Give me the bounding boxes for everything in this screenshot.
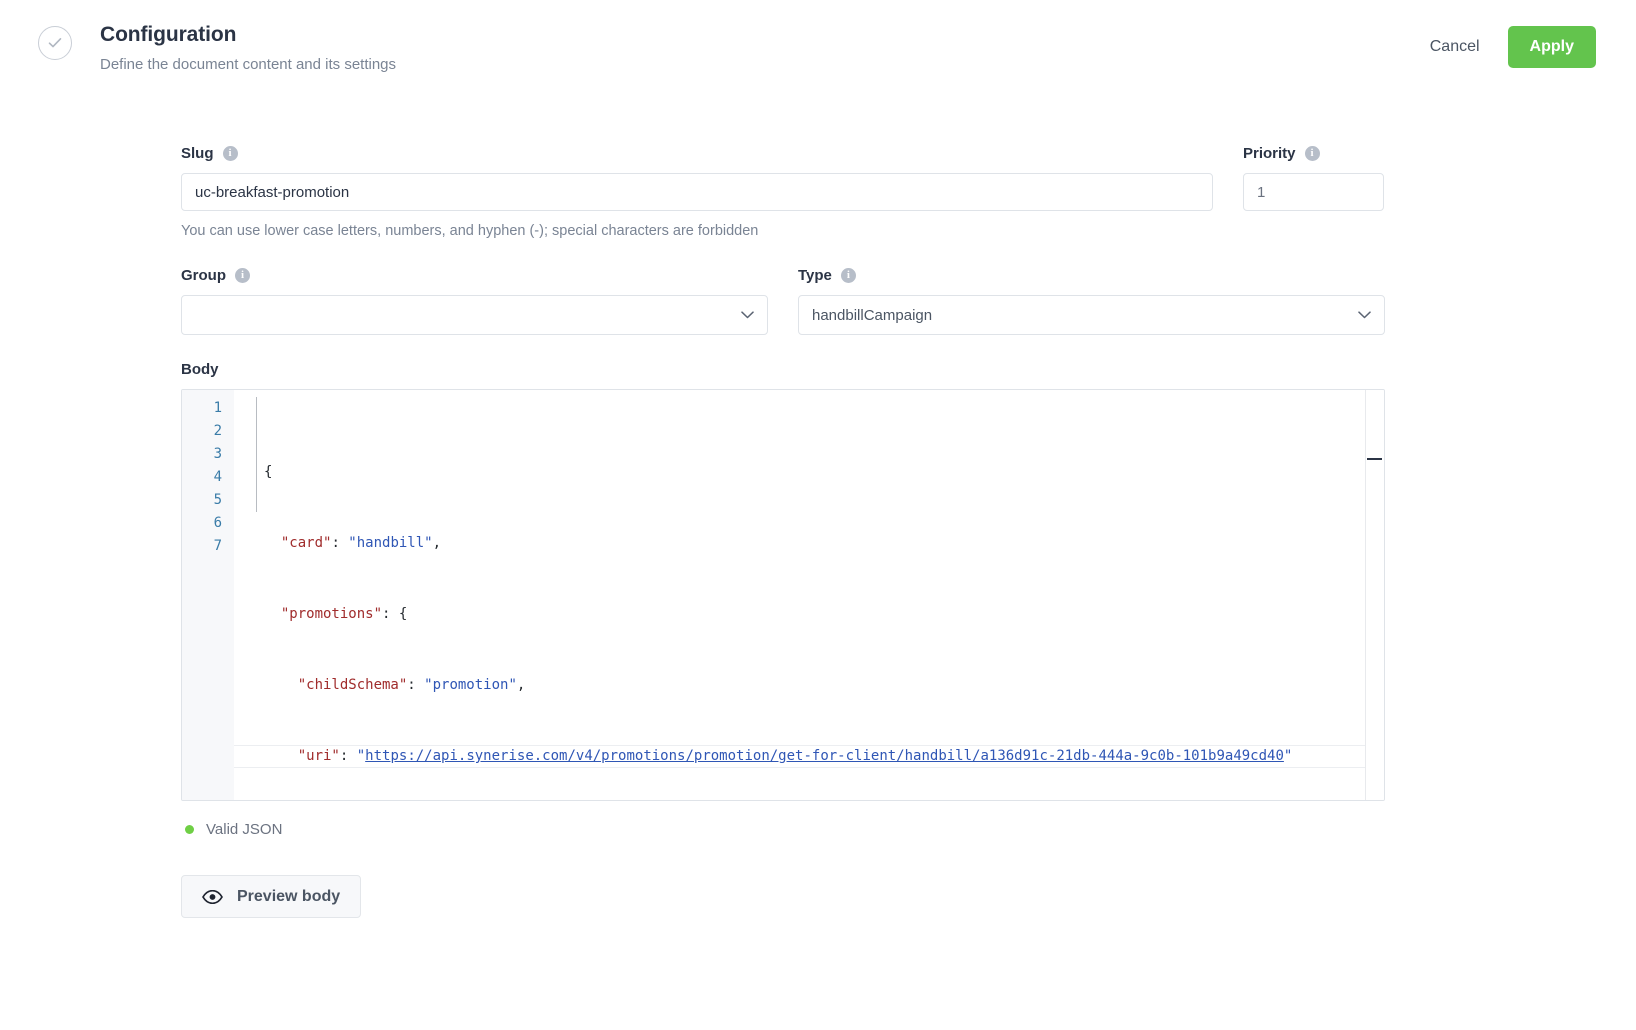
editor-scroll-thumb[interactable] — [1367, 458, 1382, 460]
configuration-form: Slug i Priority i You can use lower case… — [0, 100, 1636, 918]
code-token: "promotion" — [424, 677, 517, 693]
group-field-group: Group i — [181, 267, 768, 335]
slug-label-row: Slug i — [181, 145, 1213, 162]
cancel-button[interactable]: Cancel — [1426, 30, 1484, 64]
code-token: : — [340, 748, 357, 764]
type-select-value: handbillCampaign — [812, 307, 1358, 324]
group-type-row: Group i Type i handbillCampaign — [181, 267, 1385, 335]
line-number: 3 — [182, 443, 234, 466]
type-label-row: Type i — [798, 267, 1385, 284]
line-number: 5 — [182, 489, 234, 512]
apply-button[interactable]: Apply — [1508, 26, 1596, 68]
preview-body-label: Preview body — [237, 888, 340, 906]
editor-code-content[interactable]: { "card": "handbill", "promotions": { "c… — [234, 390, 1384, 800]
line-number: 7 — [182, 535, 234, 558]
code-token: " — [1284, 748, 1292, 764]
slug-label: Slug — [181, 145, 214, 162]
indent-guide — [256, 397, 257, 512]
priority-label-row: Priority i — [1243, 145, 1384, 162]
header-actions: Cancel Apply — [1426, 26, 1596, 68]
body-label: Body — [181, 361, 1385, 378]
slug-field-group: Slug i — [181, 145, 1213, 211]
preview-body-button[interactable]: Preview body — [181, 875, 361, 918]
type-field-group: Type i handbillCampaign — [798, 267, 1385, 335]
code-line: "childSchema": "promotion", — [234, 674, 1384, 697]
type-label: Type — [798, 267, 832, 284]
chevron-down-icon — [1358, 311, 1371, 319]
priority-field-group: Priority i — [1243, 145, 1384, 211]
code-token: : — [407, 677, 424, 693]
info-icon[interactable]: i — [841, 268, 856, 283]
status-dot-icon — [185, 825, 194, 834]
code-token: " — [357, 748, 365, 764]
code-token: : — [331, 535, 348, 551]
info-icon[interactable]: i — [1305, 146, 1320, 161]
line-number: 1 — [182, 397, 234, 420]
json-code-editor[interactable]: 1 2 3 4 5 6 7 { "card": "handbill", "pro… — [181, 389, 1385, 801]
type-select[interactable]: handbillCampaign — [798, 295, 1385, 335]
priority-input[interactable] — [1243, 173, 1384, 211]
code-token: "handbill" — [348, 535, 432, 551]
code-token: "card" — [281, 535, 332, 551]
code-token: , — [517, 677, 525, 693]
page-header: Configuration Define the document conten… — [0, 0, 1636, 100]
group-select[interactable] — [181, 295, 768, 335]
code-token: "childSchema" — [298, 677, 408, 693]
group-label: Group — [181, 267, 226, 284]
line-number: 6 — [182, 512, 234, 535]
code-token: "promotions" — [281, 606, 382, 622]
info-icon[interactable]: i — [223, 146, 238, 161]
uri-link[interactable]: https://api.synerise.com/v4/promotions/p… — [365, 748, 1284, 764]
group-label-row: Group i — [181, 267, 768, 284]
slug-input[interactable] — [181, 173, 1213, 211]
json-status: Valid JSON — [181, 821, 1385, 838]
editor-line-numbers: 1 2 3 4 5 6 7 — [182, 390, 234, 800]
code-line: "promotions": { — [234, 603, 1384, 626]
code-token: { — [264, 464, 272, 480]
body-section: Body 1 2 3 4 5 6 7 { "card": "handbill",… — [181, 361, 1385, 918]
header-left: Configuration Define the document conten… — [20, 22, 1596, 74]
line-number: 4 — [182, 466, 234, 489]
status-badge: Valid JSON — [206, 821, 282, 838]
page-title: Configuration — [100, 22, 396, 47]
code-line-active: "uri": "https://api.synerise.com/v4/prom… — [234, 745, 1384, 768]
slug-priority-row: Slug i Priority i — [181, 145, 1385, 211]
slug-helper-text: You can use lower case letters, numbers,… — [181, 223, 1385, 239]
code-line: "card": "handbill", — [234, 532, 1384, 555]
priority-label: Priority — [1243, 145, 1296, 162]
line-number: 2 — [182, 420, 234, 443]
code-token: "uri" — [298, 748, 340, 764]
check-circle-icon — [38, 26, 72, 60]
chevron-down-icon — [741, 311, 754, 319]
code-token: : { — [382, 606, 407, 622]
eye-icon — [202, 890, 223, 904]
code-token: , — [433, 535, 441, 551]
code-line: { — [234, 461, 1384, 484]
info-icon[interactable]: i — [235, 268, 250, 283]
header-titles: Configuration Define the document conten… — [100, 22, 396, 74]
page-subtitle: Define the document content and its sett… — [100, 56, 396, 74]
editor-vertical-scrollbar[interactable] — [1365, 390, 1384, 800]
